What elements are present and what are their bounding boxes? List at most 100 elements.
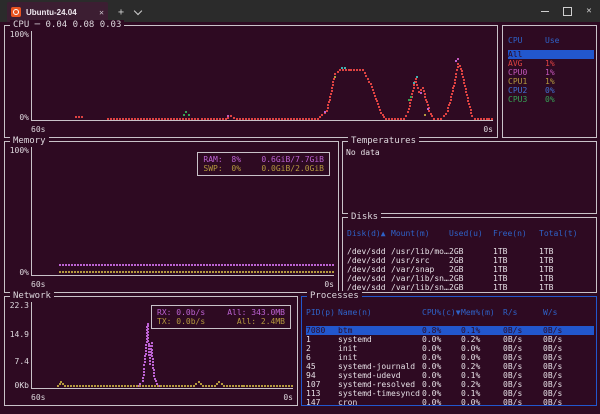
processes-header-2[interactable]: CPU%(c)▼ <box>422 308 461 317</box>
processes-header-5[interactable]: W/s <box>543 308 594 317</box>
temperatures-panel[interactable]: Temperatures No data <box>342 141 597 214</box>
process-row-1[interactable]: 1systemd0.0%0.2%0B/s0B/s <box>306 335 594 344</box>
tx-total: All: 2.4MB <box>237 317 285 326</box>
processes-header-1[interactable]: Name(n) <box>338 308 422 317</box>
plus-icon: + <box>118 7 124 18</box>
disks-header-3[interactable]: Free(n) <box>493 229 539 238</box>
swap-percent: 0% <box>231 164 261 173</box>
network-y-tick-3: 7.4 <box>15 357 29 366</box>
process-row-2[interactable]: 2init0.0%0.0%0B/s0B/s <box>306 344 594 353</box>
network-legend-tx: TX: 0.0b/s All: 2.4MB <box>157 317 285 326</box>
memory-y-min: 0% <box>19 268 29 277</box>
terminal-window: Ubuntu-24.04 ✕ + ✕ CPU ─ 0.04 0.08 0.03 … <box>0 0 600 414</box>
disks-panel[interactable]: Disks Disk(d)▲Mount(m)Used(u)Free(n)Tota… <box>342 217 597 293</box>
memory-x-axis: 60s 0s <box>31 279 334 290</box>
cpu-x-left: 60s <box>31 124 45 135</box>
minimize-icon <box>541 11 549 12</box>
disks-header-1[interactable]: Mount(m) <box>391 229 449 238</box>
process-row-8[interactable]: 147cron0.0%0.0%0B/s0B/s <box>306 398 594 405</box>
memory-legend: RAM: 8% 0.6GiB/7.7GiB SWP: 0% 0.0GiB/2.0… <box>197 152 330 176</box>
network-x-right: 0s <box>283 392 293 403</box>
cpu-y-max: 100% <box>10 30 29 39</box>
cpu-legend-row-cpu0[interactable]: CPU01% <box>508 68 594 77</box>
disks-table: Disk(d)▲Mount(m)Used(u)Free(n)Total(t) /… <box>343 218 596 292</box>
close-icon: ✕ <box>586 7 591 16</box>
cpu-legend-row-cpu3[interactable]: CPU30% <box>508 95 594 104</box>
ram-label: RAM: <box>203 155 231 164</box>
swap-label: SWP: <box>203 164 231 173</box>
tab-close-button[interactable]: ✕ <box>99 8 104 17</box>
disks-header-4[interactable]: Total(t) <box>539 229 596 238</box>
network-legend: RX: 0.0b/s All: 343.0MB TX: 0.0b/s All: … <box>151 305 291 329</box>
disk-row-3[interactable]: /dev/sdd/var/lib/sn…2GB1TB1TB <box>347 274 596 283</box>
disks-rows: /dev/sdd/usr/lib/mo…2GB1TB1TB/dev/sdd/us… <box>347 247 596 292</box>
network-y-tick-4: 0Kb <box>15 381 29 390</box>
minimize-button[interactable] <box>534 0 556 22</box>
cpu-legend-row-all[interactable]: All <box>508 50 594 59</box>
processes-header-3[interactable]: Mem%(m) <box>461 308 503 317</box>
cpu-y-axis: 100% 0% <box>5 26 30 122</box>
disks-header-2[interactable]: Used(u) <box>449 229 493 238</box>
tx-rate: TX: 0.0b/s <box>157 317 205 326</box>
processes-panel[interactable]: Processes PID(p)Name(n)CPU%(c)▼Mem%(m)R/… <box>301 296 597 406</box>
memory-y-max: 100% <box>10 146 29 155</box>
terminal-tab[interactable]: Ubuntu-24.04 ✕ <box>7 2 108 22</box>
cpu-legend-row-cpu2[interactable]: CPU20% <box>508 86 594 95</box>
process-row-6[interactable]: 107systemd-resolved0.0%0.2%0B/s0B/s <box>306 380 594 389</box>
processes-table: PID(p)Name(n)CPU%(c)▼Mem%(m)R/sW/s 7080b… <box>302 297 596 405</box>
disk-row-1[interactable]: /dev/sdd/usr/src2GB1TB1TB <box>347 256 596 265</box>
process-row-0[interactable]: 7080btm0.8%0.1%0B/s0B/s <box>306 326 594 335</box>
network-x-left: 60s <box>31 392 45 403</box>
processes-rows: 7080btm0.8%0.1%0B/s0B/s1systemd0.0%0.2%0… <box>306 326 596 405</box>
disks-header-0[interactable]: Disk(d)▲ <box>347 229 391 238</box>
new-tab-button[interactable]: + <box>113 2 129 22</box>
processes-header-row[interactable]: PID(p)Name(n)CPU%(c)▼Mem%(m)R/sW/s <box>306 308 594 317</box>
cpu-legend-table: CPU Use AllAVG1%CPU01%CPU11%CPU20%CPU30% <box>503 26 596 137</box>
cpu-legend-header-cpu: CPU <box>508 36 545 45</box>
disk-row-0[interactable]: /dev/sdd/usr/lib/mo…2GB1TB1TB <box>347 247 596 256</box>
network-x-axis: 60s 0s <box>31 392 293 403</box>
memory-legend-ram: RAM: 8% 0.6GiB/7.7GiB <box>203 155 324 164</box>
process-row-3[interactable]: 6init0.0%0.0%0B/s0B/s <box>306 353 594 362</box>
memory-x-left: 60s <box>31 279 45 290</box>
memory-y-axis: 100% 0% <box>5 142 30 277</box>
cpu-legend-header-use: Use <box>545 36 594 45</box>
disk-row-4[interactable]: /dev/sdd/var/lib/sn…2GB1TB1TB <box>347 283 596 292</box>
network-panel[interactable]: Network 22.3 14.9 7.4 0Kb 60s 0s RX: 0.0… <box>4 296 298 406</box>
temperatures-no-data: No data <box>346 148 380 157</box>
network-y-tick-1: 22.3 <box>10 301 29 310</box>
tab-dropdown-button[interactable] <box>130 2 146 22</box>
processes-header-0[interactable]: PID(p) <box>306 308 338 317</box>
cpu-panel[interactable]: CPU ─ 0.04 0.08 0.03 100% 0% 60s 0s <box>4 25 498 138</box>
temperatures-panel-title: Temperatures <box>348 136 419 147</box>
memory-x-right: 0s <box>324 279 334 290</box>
network-y-axis: 22.3 14.9 7.4 0Kb <box>5 297 30 390</box>
ram-amount: 0.6GiB/7.7GiB <box>261 155 324 164</box>
window-titlebar: Ubuntu-24.04 ✕ + ✕ <box>0 0 600 22</box>
cpu-y-min: 0% <box>19 113 29 122</box>
maximize-icon <box>563 7 572 16</box>
chevron-down-icon <box>134 6 142 14</box>
close-icon: ✕ <box>99 8 104 17</box>
disks-header-row[interactable]: Disk(d)▲Mount(m)Used(u)Free(n)Total(t) <box>347 229 596 238</box>
close-window-button[interactable]: ✕ <box>578 0 600 22</box>
cpu-legend-panel[interactable]: CPU Use AllAVG1%CPU01%CPU11%CPU20%CPU30% <box>502 25 597 138</box>
cpu-x-axis: 60s 0s <box>31 124 493 135</box>
ubuntu-logo-icon <box>11 7 21 17</box>
process-row-5[interactable]: 94systemd-udevd0.0%0.1%0B/s0B/s <box>306 371 594 380</box>
rx-total: All: 343.0MB <box>227 308 285 317</box>
process-row-7[interactable]: 113systemd-timesyncd0.0%0.1%0B/s0B/s <box>306 389 594 398</box>
memory-panel[interactable]: Memory 100% 0% 60s 0s RAM: 8% 0.6GiB/7.7… <box>4 141 339 293</box>
cpu-legend-header[interactable]: CPU Use <box>508 36 594 45</box>
cpu-legend-row-avg[interactable]: AVG1% <box>508 59 594 68</box>
ram-percent: 8% <box>231 155 261 164</box>
memory-legend-swap: SWP: 0% 0.0GiB/2.0GiB <box>203 164 324 173</box>
disk-row-2[interactable]: /dev/sdd/var/snap2GB1TB1TB <box>347 265 596 274</box>
cpu-legend-row-cpu1[interactable]: CPU11% <box>508 77 594 86</box>
processes-header-4[interactable]: R/s <box>503 308 543 317</box>
network-legend-rx: RX: 0.0b/s All: 343.0MB <box>157 308 285 317</box>
network-y-tick-2: 14.9 <box>10 330 29 339</box>
maximize-button[interactable] <box>556 0 578 22</box>
cpu-legend-rows: AllAVG1%CPU01%CPU11%CPU20%CPU30% <box>508 50 596 104</box>
process-row-4[interactable]: 45systemd-journald0.0%0.2%0B/s0B/s <box>306 362 594 371</box>
